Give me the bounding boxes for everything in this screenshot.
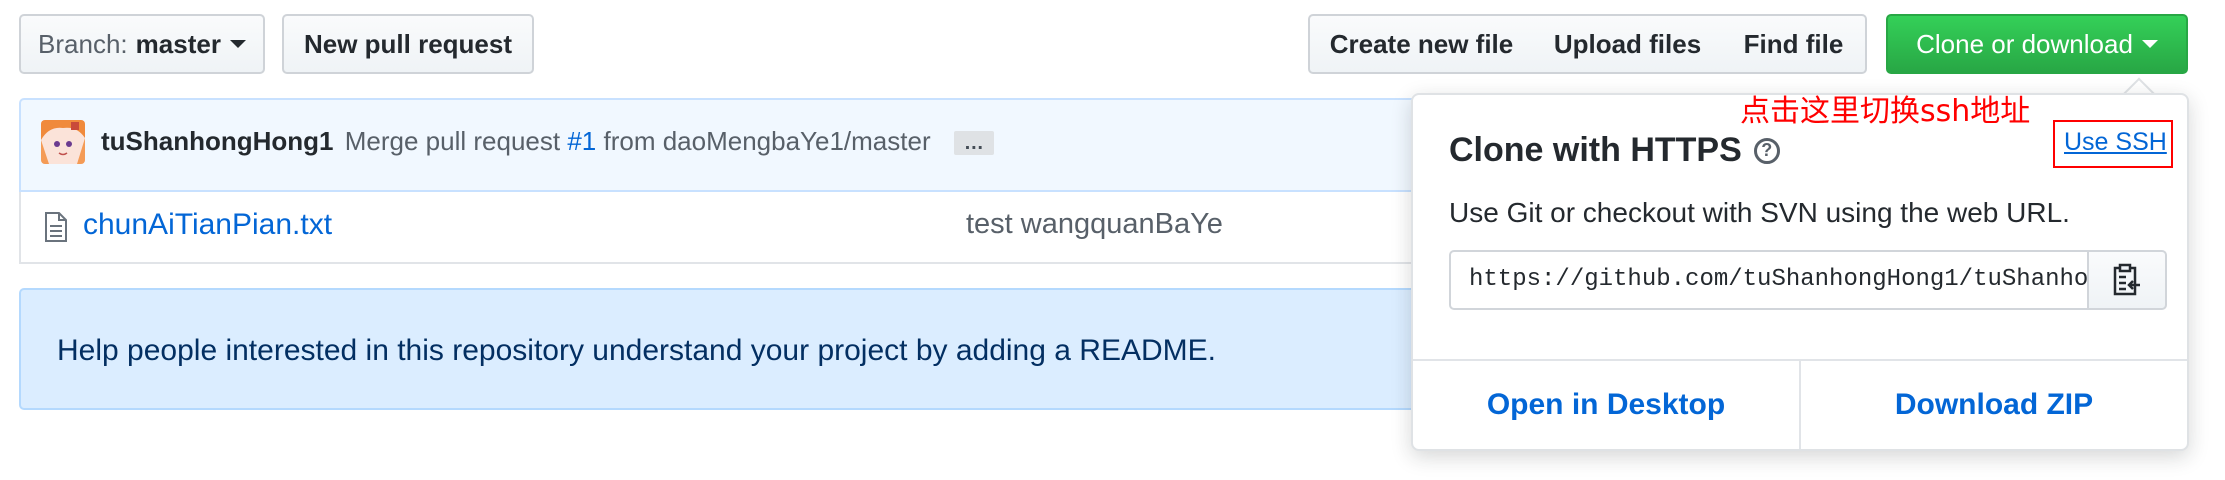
help-question-icon[interactable]: ? — [1753, 137, 1780, 164]
clone-description: Use Git or checkout with SVN using the w… — [1449, 197, 2070, 228]
chevron-down-icon — [229, 40, 246, 48]
clone-popover-title: Clone with HTTPS — [1449, 131, 1742, 169]
branch-label: Branch: — [38, 28, 128, 59]
clone-or-download-button[interactable]: Clone or download — [1886, 14, 2188, 74]
commit-message-suffix: from daoMengbaYe1/master — [603, 126, 931, 156]
open-in-desktop-label: Open in Desktop — [1486, 388, 1726, 421]
find-file-label: Find file — [1743, 28, 1844, 59]
list-item: chunAiTianPian.txt test wangquanBaYe — [21, 192, 1419, 262]
clone-url-value: https://github.com/tuShanhongHong1/tuSha… — [1469, 266, 2089, 293]
upload-files-label: Upload files — [1553, 28, 1702, 59]
file-commit-message[interactable]: test wangquanBaYe — [966, 208, 1223, 241]
commit-message-prefix: Merge pull request — [344, 126, 561, 156]
pr-link[interactable]: #1 — [567, 126, 596, 156]
copy-to-clipboard-button[interactable] — [2087, 250, 2167, 310]
readme-prompt-banner: Help people interested in this repositor… — [19, 288, 1439, 410]
file-list: chunAiTianPian.txt test wangquanBaYe — [19, 192, 1419, 264]
commit-summary: tuShanhongHong1 Merge pull request #1 fr… — [101, 126, 994, 160]
commit-author[interactable]: tuShanhongHong1 — [101, 126, 334, 156]
chevron-down-icon — [2141, 40, 2158, 48]
download-zip-label: Download ZIP — [1894, 388, 2094, 421]
clipboard-icon — [2113, 263, 2140, 296]
clone-or-download-label: Clone or download — [1916, 28, 2133, 59]
upload-files-button[interactable]: Upload files — [1533, 14, 1724, 74]
annotation-text: 点击这里切换ssh地址 — [1740, 94, 2031, 129]
commit-ellipsis-button[interactable]: … — [953, 131, 994, 156]
readme-prompt-text: Help people interested in this repositor… — [57, 334, 1216, 367]
use-ssh-link[interactable]: Use SSH — [2064, 128, 2167, 157]
clone-popover: Clone with HTTPS ? Use SSH Use Git or ch… — [1411, 93, 2189, 451]
clone-url-input[interactable]: https://github.com/tuShanhongHong1/tuSha… — [1449, 250, 2089, 310]
clone-popover-title-row: Clone with HTTPS ? — [1449, 131, 1780, 170]
avatar[interactable] — [41, 120, 85, 164]
latest-commit-bar: tuShanhongHong1 Merge pull request #1 fr… — [19, 98, 1419, 192]
new-pull-request-button[interactable]: New pull request — [282, 14, 534, 74]
branch-select-button[interactable]: Branch: master — [19, 14, 265, 74]
open-in-desktop-button[interactable]: Open in Desktop — [1413, 361, 1799, 449]
download-zip-button[interactable]: Download ZIP — [1801, 361, 2187, 449]
create-new-file-button[interactable]: Create new file — [1308, 14, 1535, 74]
file-name-link[interactable]: chunAiTianPian.txt — [83, 208, 332, 242]
create-new-file-label: Create new file — [1329, 28, 1514, 59]
file-icon — [44, 212, 68, 242]
new-pull-request-label: New pull request — [303, 28, 513, 59]
find-file-button[interactable]: Find file — [1722, 14, 1867, 74]
branch-name: master — [135, 28, 221, 59]
